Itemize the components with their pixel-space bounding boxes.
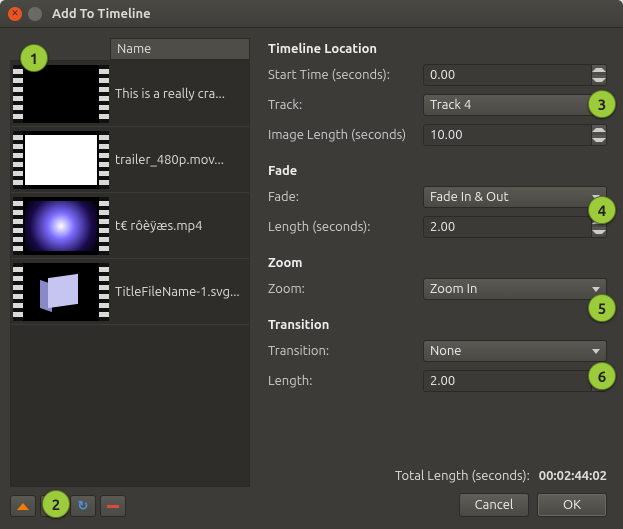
- titlebar: ✕ Add To Timeline: [0, 0, 623, 28]
- section-fade: Fade: [268, 164, 607, 178]
- total-length-value: 00:02:44:02: [539, 469, 607, 483]
- track-label: Track:: [268, 98, 423, 112]
- annotation-4: 4: [588, 196, 616, 224]
- section-timeline-location: Timeline Location: [268, 42, 607, 56]
- list-item-label: t€ rôèÿæs.mp4: [115, 219, 203, 233]
- spin-down-icon[interactable]: [592, 227, 606, 237]
- minus-icon: [107, 505, 119, 508]
- fade-length-value[interactable]: 2.00: [423, 216, 591, 238]
- chevron-down-icon: [592, 349, 600, 354]
- list-header-name[interactable]: Name: [110, 38, 250, 60]
- refresh-icon: ↻: [78, 499, 89, 514]
- spin-down-icon[interactable]: [592, 75, 606, 85]
- spin-down-icon[interactable]: [592, 135, 606, 145]
- close-icon[interactable]: ✕: [8, 7, 22, 21]
- chevron-down-icon: [592, 287, 600, 292]
- file-list[interactable]: This is a really cra... trailer_480p.mov…: [10, 60, 250, 487]
- cancel-button[interactable]: Cancel: [459, 493, 529, 517]
- move-up-button[interactable]: [10, 495, 36, 517]
- fade-value: Fade In & Out: [430, 190, 509, 204]
- total-length-label: Total Length (seconds):: [395, 469, 530, 483]
- list-item[interactable]: TitleFileName-1.svg...: [11, 259, 249, 325]
- shuffle-button[interactable]: ↻: [70, 495, 96, 517]
- annotation-5: 5: [588, 294, 616, 322]
- start-time-value[interactable]: 0.00: [423, 64, 591, 86]
- window-title: Add To Timeline: [52, 7, 151, 21]
- section-transition: Transition: [268, 318, 607, 332]
- track-value: Track 4: [430, 98, 471, 112]
- thumbnail: [13, 263, 109, 321]
- spin-up-icon[interactable]: [592, 65, 606, 75]
- annotation-1: 1: [20, 44, 48, 72]
- image-length-spinbox[interactable]: 10.00: [423, 124, 607, 146]
- section-zoom: Zoom: [268, 256, 607, 270]
- zoom-select[interactable]: Zoom In: [423, 278, 607, 300]
- transition-length-spinbox[interactable]: 2.00: [423, 370, 607, 392]
- list-item[interactable]: t€ rôèÿæs.mp4: [11, 193, 249, 259]
- transition-label: Transition:: [268, 344, 423, 358]
- thumbnail: [13, 197, 109, 255]
- transition-length-label: Length:: [268, 374, 423, 388]
- image-length-value[interactable]: 10.00: [423, 124, 591, 146]
- thumbnail: [13, 65, 109, 123]
- annotation-2: 2: [42, 490, 70, 518]
- spin-up-icon[interactable]: [592, 125, 606, 135]
- track-select[interactable]: Track 4: [423, 94, 607, 116]
- image-length-label: Image Length (seconds): [268, 128, 423, 142]
- start-time-label: Start Time (seconds):: [268, 68, 423, 82]
- transition-select[interactable]: None: [423, 340, 607, 362]
- transition-length-value[interactable]: 2.00: [423, 370, 591, 392]
- list-item-label: This is a really cra...: [115, 87, 225, 101]
- zoom-value: Zoom In: [430, 282, 477, 296]
- arrow-up-icon: [17, 503, 29, 510]
- dialog-window: ✕ Add To Timeline Name This is a really …: [0, 0, 623, 529]
- fade-length-spinbox[interactable]: 2.00: [423, 216, 607, 238]
- fade-select[interactable]: Fade In & Out: [423, 186, 607, 208]
- fade-length-label: Length (seconds):: [268, 220, 423, 234]
- ok-button[interactable]: OK: [537, 493, 607, 517]
- list-item-label: trailer_480p.mov...: [115, 153, 224, 167]
- annotation-6: 6: [588, 362, 616, 390]
- remove-button[interactable]: [100, 495, 126, 517]
- zoom-label: Zoom:: [268, 282, 423, 296]
- annotation-3: 3: [588, 90, 616, 118]
- list-item-label: TitleFileName-1.svg...: [115, 285, 240, 299]
- transition-value: None: [430, 344, 462, 358]
- fade-label: Fade:: [268, 190, 423, 204]
- minimize-icon[interactable]: [28, 7, 42, 21]
- thumbnail: [13, 131, 109, 189]
- start-time-spinbox[interactable]: 0.00: [423, 64, 607, 86]
- list-item[interactable]: This is a really cra...: [11, 61, 249, 127]
- list-item[interactable]: trailer_480p.mov...: [11, 127, 249, 193]
